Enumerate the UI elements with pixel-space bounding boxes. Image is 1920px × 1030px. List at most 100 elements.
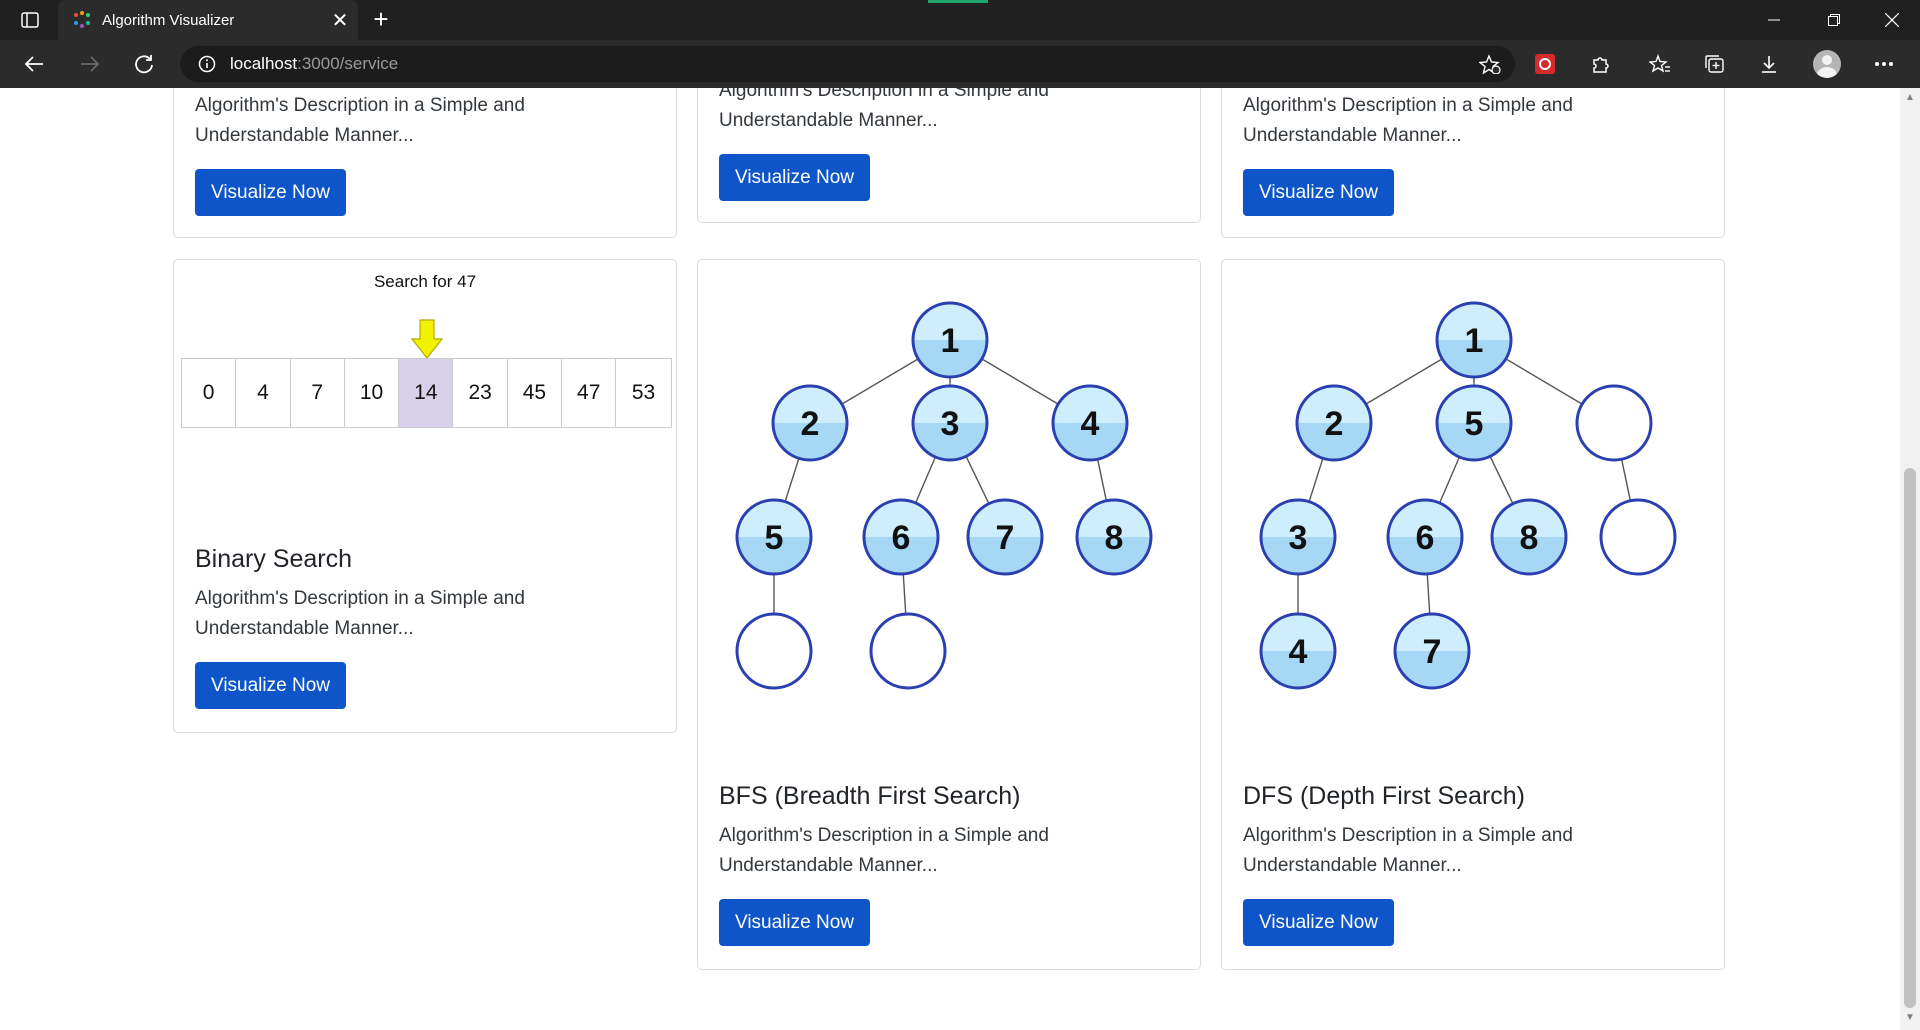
- scroll-thumb[interactable]: [1904, 468, 1916, 1008]
- active-tab[interactable]: Algorithm Visualizer ✕: [58, 0, 358, 40]
- tree-edge: [902, 573, 907, 615]
- tree-node: 2: [771, 384, 849, 462]
- favorites-icon[interactable]: [1642, 48, 1678, 80]
- node-label: 7: [996, 519, 1015, 557]
- visualize-now-button[interactable]: Visualize Now: [1243, 899, 1394, 946]
- more-menu-icon[interactable]: [1866, 48, 1902, 80]
- visualize-now-button[interactable]: Visualize Now: [195, 169, 346, 216]
- binary-search-card: Search for 47 0 4 7 10 14 23 45 47 53 Binary Sea…: [173, 259, 677, 733]
- browser-window: Algorithm Visualizer ✕ + localhost:3000/…: [0, 0, 1920, 1030]
- tree-node: 6: [862, 498, 940, 576]
- algorithm-card: Algorithm's Description in a Simple and …: [173, 88, 677, 238]
- minimize-icon[interactable]: [1746, 0, 1802, 40]
- collections-icon[interactable]: [1697, 48, 1733, 80]
- tree-edge: [841, 358, 919, 405]
- tab-title: Algorithm Visualizer: [102, 11, 235, 29]
- downloads-icon[interactable]: [1751, 48, 1787, 80]
- tree-node: 4: [1051, 384, 1129, 462]
- restore-icon[interactable]: [1806, 0, 1862, 40]
- node-label: 1: [1465, 322, 1484, 360]
- array-cell: 45: [508, 359, 563, 427]
- visualize-now-button[interactable]: Visualize Now: [195, 662, 346, 709]
- bfs-card: 1 2 3 4 5 6 7 8 BFS (Breadth First Search) Algo…: [697, 259, 1201, 970]
- array-cell: 23: [453, 359, 508, 427]
- scroll-down-icon[interactable]: ▼: [1904, 1012, 1916, 1024]
- array-cell: 0: [182, 359, 237, 427]
- node-label: 6: [892, 519, 911, 557]
- card-description: Algorithm's Description in a Simple and …: [195, 95, 525, 146]
- extensions-icon[interactable]: [1582, 48, 1618, 80]
- tree-edge: [1438, 456, 1461, 504]
- tree-node: 5: [735, 498, 813, 576]
- node-label: 7: [1423, 633, 1442, 671]
- tree-node: 2: [1295, 384, 1373, 462]
- tree-node: 7: [966, 498, 1044, 576]
- tree-node: [869, 612, 947, 690]
- dfs-tree-diagram: 1 2 5 3 6 8 4 7: [1259, 301, 1677, 690]
- algorithm-card: Algorithm's Description in a Simple and …: [1221, 88, 1725, 238]
- card-title: Binary Search: [195, 545, 353, 573]
- array-cell: 14: [399, 359, 454, 427]
- visualize-now-button[interactable]: Visualize Now: [1243, 169, 1394, 216]
- node-label: 4: [1289, 633, 1308, 671]
- scroll-up-icon[interactable]: ▲: [1904, 92, 1916, 104]
- tree-node: 3: [1259, 498, 1337, 576]
- array-cell: 10: [345, 359, 400, 427]
- app-favicon-icon: [74, 11, 90, 28]
- url-path: :3000/service: [297, 54, 399, 73]
- tab-close-icon[interactable]: ✕: [322, 4, 358, 36]
- browser-toolbar: localhost:3000/service: [0, 40, 1920, 88]
- node-label: 5: [1465, 405, 1484, 443]
- tree-edge: [1308, 458, 1324, 502]
- tree-edge: [1489, 456, 1514, 504]
- tree-node: 1: [911, 301, 989, 379]
- tree-edge: [1365, 358, 1443, 405]
- tree-edge: [981, 358, 1059, 405]
- tree-node: [1599, 498, 1677, 576]
- card-title: BFS (Breadth First Search): [719, 782, 1021, 810]
- card-description: Algorithm's Description in a Simple and …: [719, 825, 1049, 876]
- profile-avatar[interactable]: [1809, 48, 1845, 80]
- tree-node: [735, 612, 813, 690]
- search-caption: Search for 47: [373, 272, 477, 291]
- reload-icon[interactable]: [126, 48, 162, 80]
- visualize-now-button[interactable]: Visualize Now: [719, 899, 870, 946]
- algorithm-card: Algorithm's Description in a Simple and …: [697, 88, 1201, 223]
- tab-actions-icon[interactable]: [14, 8, 46, 32]
- tab-strip: Algorithm Visualizer ✕ +: [0, 0, 1920, 40]
- array-cell: 47: [562, 359, 617, 427]
- tree-node: 8: [1075, 498, 1153, 576]
- add-favorite-icon[interactable]: [1478, 54, 1501, 79]
- tree-edge: [784, 458, 800, 502]
- array-cell: 4: [236, 359, 291, 427]
- close-window-icon[interactable]: [1864, 0, 1920, 40]
- card-description: Algorithm's Description in a Simple and …: [719, 88, 1049, 131]
- node-label: 8: [1105, 519, 1124, 557]
- node-label: 1: [941, 322, 960, 360]
- tree-node: 4: [1259, 612, 1337, 690]
- address-bar[interactable]: localhost:3000/service: [180, 46, 1515, 82]
- extension-red-icon[interactable]: [1527, 48, 1563, 80]
- tree-node: 3: [911, 384, 989, 462]
- node-label: 3: [941, 405, 960, 443]
- tree-node: 1: [1435, 301, 1513, 379]
- dfs-card: 1 2 5 3 6 8 4 7 DFS (Depth First Search) Algori…: [1221, 259, 1725, 970]
- tree-edge: [1096, 459, 1108, 501]
- tree-edge: [1620, 459, 1632, 501]
- tree-edge: [1505, 358, 1583, 405]
- tree-node: 7: [1393, 612, 1471, 690]
- search-array: 0 4 7 10 14 23 45 47 53: [181, 358, 672, 428]
- forward-icon[interactable]: [72, 48, 108, 80]
- tree-edge: [914, 456, 937, 504]
- card-description: Algorithm's Description in a Simple and …: [195, 588, 525, 639]
- array-cell: 7: [291, 359, 345, 427]
- node-label: 5: [765, 519, 784, 557]
- tree-node: 8: [1490, 498, 1568, 576]
- site-info-icon[interactable]: [198, 55, 216, 73]
- node-label: 2: [801, 405, 820, 443]
- visualize-now-button[interactable]: Visualize Now: [719, 154, 870, 201]
- tree-node: 6: [1386, 498, 1464, 576]
- page-scrollbar[interactable]: ▲ ▼: [1900, 88, 1920, 1030]
- new-tab-button[interactable]: +: [366, 6, 396, 34]
- back-icon[interactable]: [16, 48, 52, 80]
